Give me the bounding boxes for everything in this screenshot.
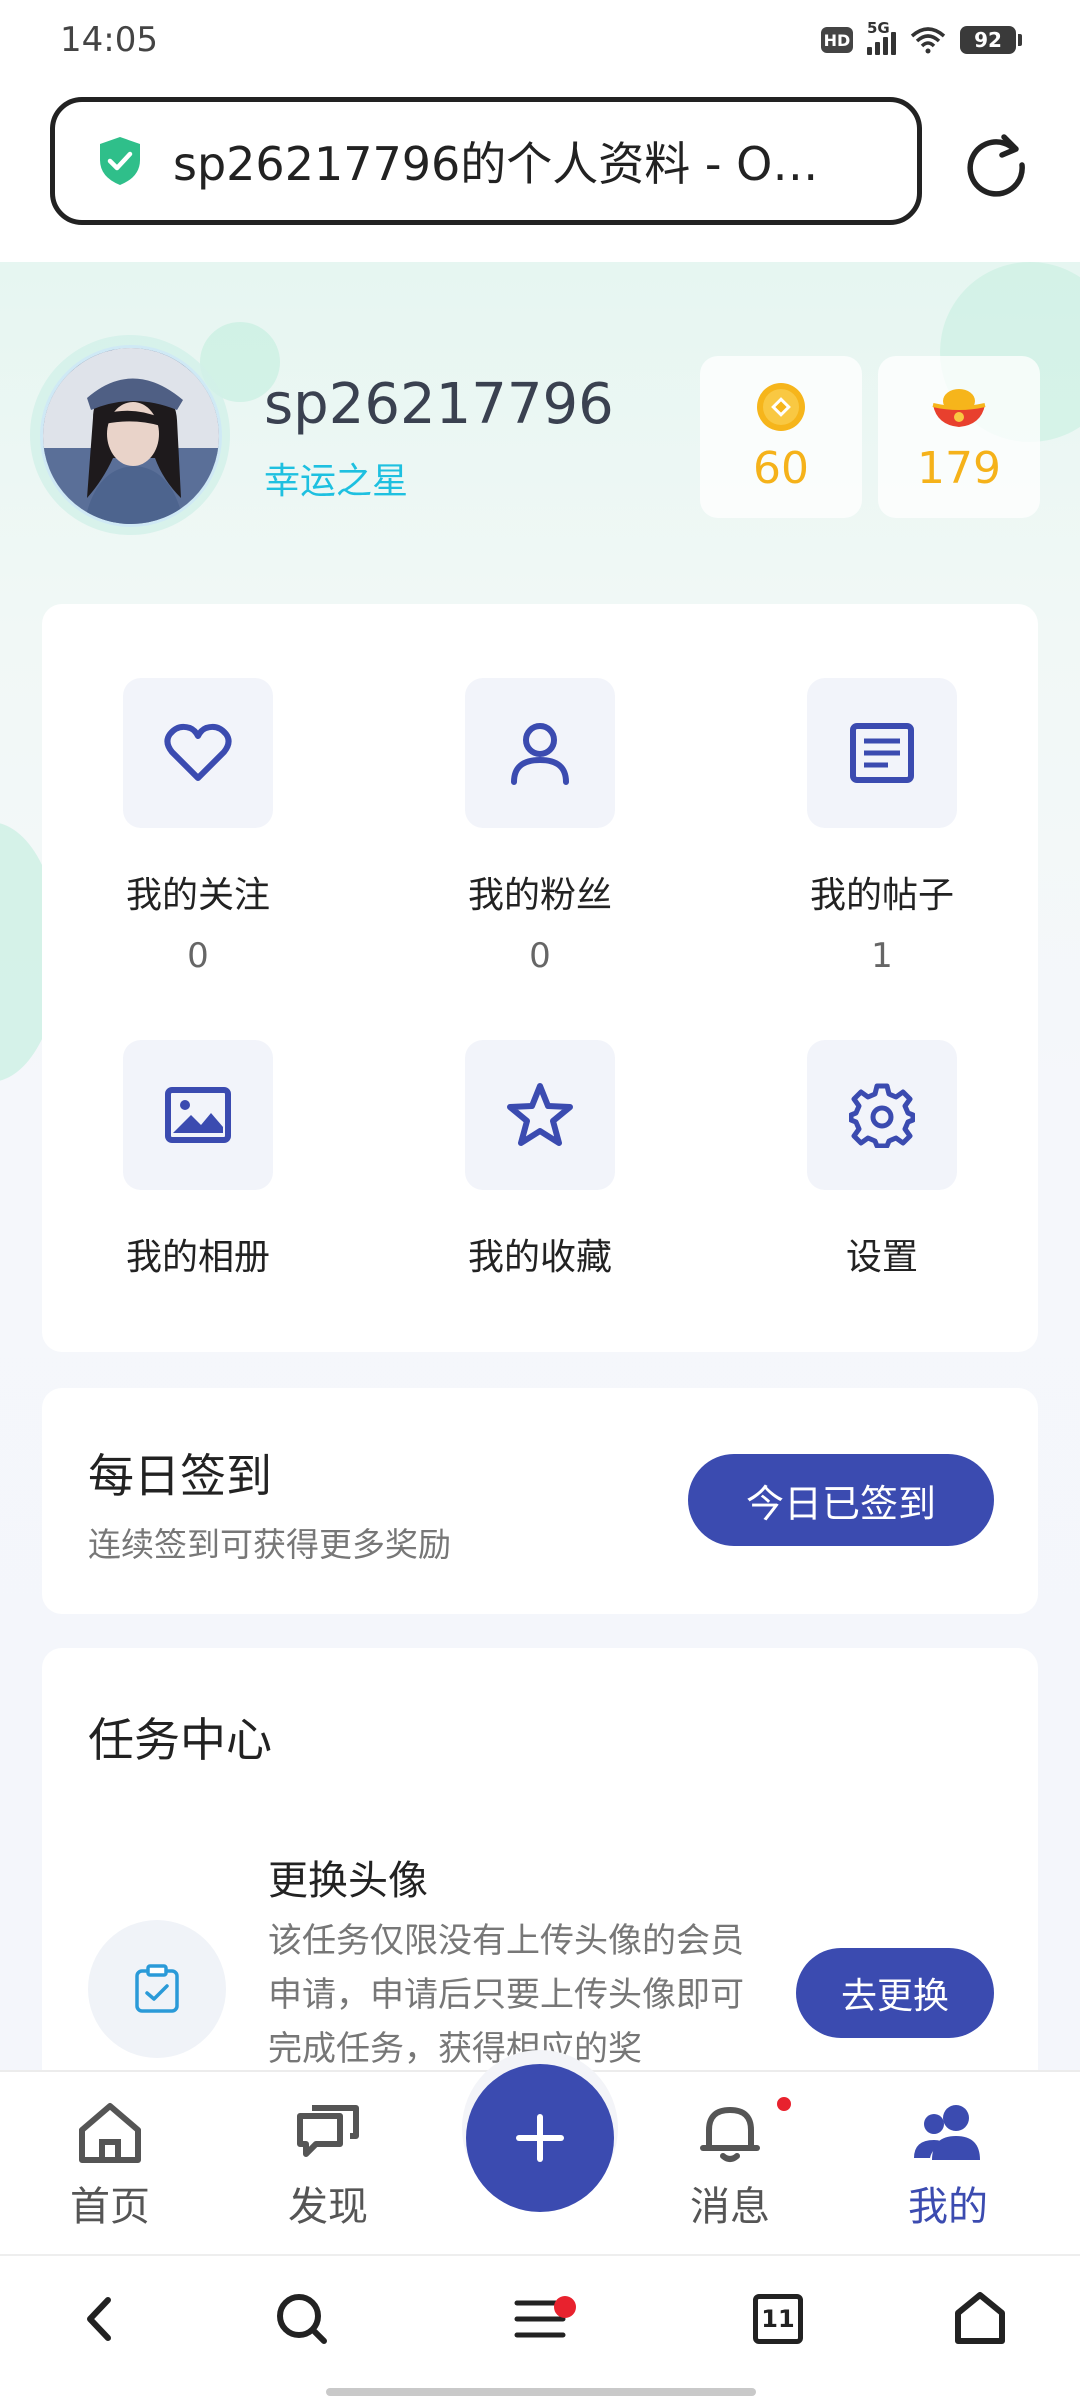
bell-icon xyxy=(700,2107,760,2162)
tabs-button[interactable]: 11 xyxy=(738,2284,818,2354)
avatar-photo xyxy=(43,348,219,524)
checkin-title: 每日签到 xyxy=(88,1449,272,1503)
create-post-button[interactable] xyxy=(466,2064,614,2212)
nav-label: 消息 xyxy=(690,2184,770,2230)
coins-stat[interactable]: 60 xyxy=(700,356,862,518)
menu-button[interactable] xyxy=(500,2284,580,2354)
nav-me[interactable]: 我的 xyxy=(868,2100,1028,2232)
user-rank-title: 幸运之星 xyxy=(264,461,409,502)
menu-icon-box xyxy=(807,1040,957,1190)
checkin-button[interactable]: 今日已签到 xyxy=(688,1454,994,1546)
username: sp26217796 xyxy=(264,372,614,437)
menu-notification-dot xyxy=(554,2296,576,2318)
menu-label: 我的粉丝 xyxy=(467,875,612,916)
task-action-button[interactable]: 去更换 xyxy=(796,1948,994,2038)
nav-label: 我的 xyxy=(908,2184,988,2230)
menu-icon-box xyxy=(465,1040,615,1190)
home-icon xyxy=(79,2103,141,2163)
menu-icon-box xyxy=(465,678,615,828)
search-icon xyxy=(277,2294,327,2344)
address-bar[interactable]: sp26217796的个人资料 - O… xyxy=(50,97,922,225)
star-icon xyxy=(507,1083,573,1146)
notification-dot xyxy=(774,2094,794,2114)
tabs-icon: 11 xyxy=(753,2294,803,2344)
checkin-subtitle: 连续签到可获得更多奖励 xyxy=(88,1525,451,1564)
nav-home[interactable]: 首页 xyxy=(30,2100,190,2232)
menu-label: 我的帖子 xyxy=(809,875,954,916)
coin-icon xyxy=(757,382,805,431)
status-icons: HD 5G 92 xyxy=(821,19,1022,55)
person-icon xyxy=(511,723,569,785)
hd-icon: HD xyxy=(821,27,853,53)
menu-item-posts[interactable]: 我的帖子 1 xyxy=(782,678,982,976)
menu-card: 我的关注 0 我的粉丝 0 我的帖子 1 我的相册 我的收藏 设置 xyxy=(42,604,1038,1352)
signal-icon: 5G xyxy=(867,19,896,55)
chevron-left-icon xyxy=(87,2297,111,2341)
chat-icon xyxy=(297,2105,359,2157)
menu-item-album[interactable]: 我的相册 xyxy=(98,1040,298,1280)
nav-label: 首页 xyxy=(70,2184,150,2230)
task-title: 更换头像 xyxy=(268,1858,428,1904)
nav-label: 发现 xyxy=(288,2184,368,2230)
gold-ingot-icon xyxy=(932,388,986,427)
menu-label: 我的关注 xyxy=(125,875,270,916)
browser-home-icon xyxy=(955,2292,1005,2344)
ingots-value: 179 xyxy=(917,442,1001,494)
menu-item-following[interactable]: 我的关注 0 xyxy=(98,678,298,976)
menu-label: 设置 xyxy=(845,1237,918,1278)
menu-icon-box xyxy=(123,678,273,828)
menu-item-settings[interactable]: 设置 xyxy=(782,1040,982,1280)
users-icon xyxy=(914,2105,980,2160)
tab-count: 11 xyxy=(761,2305,795,2333)
document-icon xyxy=(850,723,914,783)
nav-discover[interactable]: 发现 xyxy=(248,2100,408,2232)
status-time: 14:05 xyxy=(60,20,158,60)
shield-check-icon xyxy=(100,137,140,185)
back-button[interactable] xyxy=(60,2284,140,2354)
battery-level: 92 xyxy=(960,26,1016,54)
plus-icon xyxy=(516,2114,564,2162)
home-button[interactable] xyxy=(940,2284,1020,2354)
menu-item-favorites[interactable]: 我的收藏 xyxy=(440,1040,640,1280)
wifi-icon xyxy=(910,27,946,54)
menu-label: 我的相册 xyxy=(125,1237,270,1278)
network-type: 5G xyxy=(867,19,890,37)
search-button[interactable] xyxy=(262,2284,342,2354)
avatar[interactable] xyxy=(40,345,222,527)
gear-icon xyxy=(849,1083,915,1148)
clipboard-check-icon xyxy=(135,1964,179,2013)
heart-icon xyxy=(164,723,232,781)
menu-item-followers[interactable]: 我的粉丝 0 xyxy=(440,678,640,976)
browser-toolbar: 11 xyxy=(0,2254,1080,2400)
task-icon-circle xyxy=(88,1920,226,2058)
home-indicator[interactable] xyxy=(326,2388,756,2396)
status-bar: 14:05 HD 5G 92 xyxy=(0,0,1080,80)
daily-checkin-card: 每日签到 连续签到可获得更多奖励 今日已签到 xyxy=(42,1388,1038,1614)
reload-icon[interactable] xyxy=(958,127,1034,203)
menu-icon-box xyxy=(807,678,957,828)
menu-count: 0 xyxy=(187,936,209,976)
menu-count: 1 xyxy=(871,936,893,976)
menu-count: 0 xyxy=(529,936,551,976)
ingots-stat[interactable]: 179 xyxy=(878,356,1040,518)
nav-messages[interactable]: 消息 xyxy=(650,2100,810,2232)
task-center-heading: 任务中心 xyxy=(88,1713,272,1767)
menu-label: 我的收藏 xyxy=(467,1237,612,1278)
image-icon xyxy=(165,1087,231,1143)
coins-value: 60 xyxy=(753,442,809,494)
page-title: sp26217796的个人资料 - O… xyxy=(173,137,819,191)
battery-icon: 92 xyxy=(960,26,1022,54)
menu-icon-box xyxy=(123,1040,273,1190)
task-description: 该任务仅限没有上传头像的会员申请，申请后只要上传头像即可完成任务，获得相应的奖 xyxy=(268,1921,744,2069)
